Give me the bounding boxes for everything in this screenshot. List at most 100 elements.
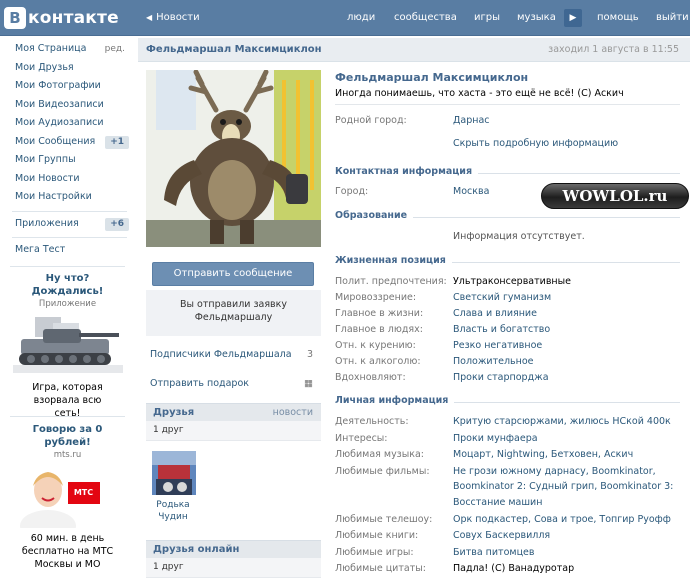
mts-logo: МТС bbox=[67, 482, 100, 504]
menu-divider bbox=[12, 210, 127, 212]
info-label: Любимые фильмы: bbox=[335, 465, 430, 477]
nav-help[interactable]: помощь bbox=[597, 12, 639, 23]
info-value[interactable]: Светский гуманизм bbox=[453, 290, 680, 306]
info-label: Любимые цитаты: bbox=[335, 563, 426, 574]
info-label: Любимые игры: bbox=[335, 546, 414, 558]
info-label: Мировоззрение: bbox=[335, 292, 417, 303]
menu-my-photos[interactable]: Мои Фотографии bbox=[0, 77, 135, 96]
menu-item-label: Мои Видеозаписи bbox=[15, 98, 104, 110]
menu-item-label: Мои Фотографии bbox=[15, 80, 101, 91]
menu-item-label: Мои Группы bbox=[15, 154, 76, 165]
ad-mts[interactable]: Говорю за 0 рублей! mts.ru МТС 60 мин. в… bbox=[0, 423, 135, 571]
profile-header: Фельдмаршал Максимциклон заходил 1 авгус… bbox=[138, 38, 690, 62]
menu-my-friends[interactable]: Мои Друзья bbox=[0, 59, 135, 78]
menu-mega-test[interactable]: Мега Тест bbox=[0, 241, 135, 260]
hide-details-link[interactable]: Скрыть подробную информацию bbox=[453, 136, 680, 152]
menu-item-label: Мои Друзья bbox=[15, 61, 74, 73]
subscribers-count: 3 bbox=[306, 349, 313, 360]
info-label: Родной город: bbox=[335, 115, 407, 126]
friends-online-header[interactable]: Друзья онлайн bbox=[146, 540, 321, 558]
menu-apps[interactable]: Приложения +6 bbox=[0, 215, 135, 234]
friend-request-note: Вы отправили заявку Фельдмаршалу bbox=[146, 290, 321, 336]
friends-title: Друзья bbox=[153, 407, 195, 418]
section-title: Личная информация bbox=[335, 395, 455, 406]
menu-my-page[interactable]: Моя Страница ред. bbox=[0, 40, 135, 59]
logo-letter: B bbox=[4, 7, 26, 29]
menu-my-settings[interactable]: Мои Настройки bbox=[0, 188, 135, 207]
messages-count-badge: +1 bbox=[105, 135, 129, 149]
send-message-button[interactable]: Отправить сообщение bbox=[152, 262, 314, 286]
menu-item-label: Мои Настройки bbox=[15, 191, 92, 202]
menu-my-groups[interactable]: Мои Группы bbox=[0, 151, 135, 170]
friends-news-link[interactable]: новости bbox=[273, 404, 313, 421]
menu-my-messages[interactable]: Мои Сообщения +1 bbox=[0, 133, 135, 152]
back-to-news-link[interactable]: ◀ Новости bbox=[146, 12, 200, 23]
info-value[interactable]: Слава и влияние bbox=[453, 306, 680, 322]
info-value: Падла! (С) Ванадуротар bbox=[453, 563, 575, 574]
info-value[interactable]: Резко негативное bbox=[453, 338, 680, 354]
friends-online-title: Друзья онлайн bbox=[153, 544, 240, 555]
section-title: Образование bbox=[335, 210, 414, 221]
info-value[interactable]: Проки мунфаера bbox=[453, 431, 680, 447]
subscribers-label: Подписчики Фельдмаршала bbox=[150, 349, 292, 360]
profile-photo[interactable] bbox=[146, 70, 321, 247]
nav-music[interactable]: музыка bbox=[517, 12, 556, 23]
menu-item-label: Моя Страница bbox=[15, 43, 87, 54]
info-value: Ультраконсервативные bbox=[453, 276, 571, 287]
ad-text: Игра, которая взорвала всю сеть! bbox=[32, 382, 103, 419]
back-news-label: Новости bbox=[156, 12, 200, 23]
profile-status: Иногда понимаешь, что хаста - это ещё не… bbox=[335, 88, 624, 99]
nav-games[interactable]: игры bbox=[474, 12, 500, 23]
info-value[interactable]: Орк подкастер, Сова и трое, Топгир Руофф bbox=[453, 512, 680, 528]
status-divider bbox=[335, 104, 680, 105]
info-value[interactable]: Моцарт, Nightwing, Бетховен, Аскич bbox=[453, 447, 680, 463]
vk-logo[interactable]: B контакте bbox=[4, 7, 119, 29]
menu-item-label: Мои Новости bbox=[15, 172, 80, 184]
ad-divider bbox=[10, 416, 125, 417]
info-label: Деятельность: bbox=[335, 416, 409, 427]
section-contacts: Контактная информация bbox=[335, 166, 680, 180]
menu-item-label: Мои Сообщения bbox=[15, 135, 96, 147]
friends-header[interactable]: Друзья новости bbox=[146, 403, 321, 421]
play-icon[interactable]: ▶ bbox=[564, 9, 582, 27]
menu-my-audio[interactable]: Мои Аудиозаписи bbox=[0, 114, 135, 133]
apps-count-badge: +6 bbox=[105, 217, 129, 231]
menu-my-videos[interactable]: Мои Видеозаписи bbox=[0, 96, 135, 115]
tank-image bbox=[12, 313, 123, 377]
top-bar: B контакте ◀ Новости люди сообщества игры… bbox=[0, 0, 690, 36]
logo-text: контакте bbox=[28, 8, 119, 28]
send-gift-link[interactable]: Отправить подарок ▦ bbox=[146, 373, 321, 395]
ad-tank-game[interactable]: Ну что? Дождались! Приложение Игра, кото… bbox=[0, 272, 135, 420]
edit-link[interactable]: ред. bbox=[105, 40, 125, 59]
info-value[interactable]: Совух Баскервилля bbox=[453, 528, 680, 544]
send-gift-label: Отправить подарок bbox=[150, 378, 249, 389]
friend-avatar[interactable] bbox=[152, 451, 196, 495]
subscribers-link[interactable]: Подписчики Фельдмаршала 3 bbox=[146, 344, 321, 366]
profile-full-name: Фельдмаршал Максимциклон bbox=[335, 71, 529, 84]
info-label: Любимые книги: bbox=[335, 530, 419, 541]
friend-name[interactable]: Родька Чудин bbox=[146, 499, 200, 523]
nav-communities[interactable]: сообщества bbox=[394, 12, 457, 23]
nav-people[interactable]: люди bbox=[347, 12, 375, 23]
wowlol-watermark: WOWLOL.ru bbox=[541, 183, 689, 209]
info-value[interactable]: Власть и богатство bbox=[453, 322, 680, 338]
section-title: Жизненная позиция bbox=[335, 255, 452, 266]
last-seen: заходил 1 августа в 11:55 bbox=[548, 44, 679, 55]
section-education: Образование bbox=[335, 210, 680, 224]
menu-my-news[interactable]: Мои Новости bbox=[0, 170, 135, 189]
info-value: Информация отсутствует. bbox=[453, 231, 585, 242]
info-value[interactable]: Не грози южному дарнасу, Boomkinator, Bo… bbox=[453, 464, 680, 511]
info-value[interactable]: Критую старсюржами, жилюсь НСкой 400к bbox=[453, 414, 680, 430]
info-value[interactable]: Положительное bbox=[453, 354, 680, 370]
ad-title: Говорю за 0 рублей! bbox=[32, 424, 103, 448]
profile-header-name: Фельдмаршал Максимциклон bbox=[146, 44, 322, 55]
info-label: Главное в людях: bbox=[335, 324, 423, 335]
ad-text: 60 мин. в день бесплатно на МТС Москвы и… bbox=[21, 533, 114, 570]
info-label: Вдохновляют: bbox=[335, 372, 406, 383]
info-label: Город: bbox=[335, 186, 369, 197]
info-value[interactable]: Дарнас bbox=[453, 113, 680, 129]
gift-icon: ▦ bbox=[304, 378, 313, 389]
info-value[interactable]: Проки старпорджа bbox=[453, 370, 680, 386]
nav-logout[interactable]: выйти bbox=[656, 12, 689, 23]
info-value[interactable]: Битва питомцев bbox=[453, 545, 680, 561]
